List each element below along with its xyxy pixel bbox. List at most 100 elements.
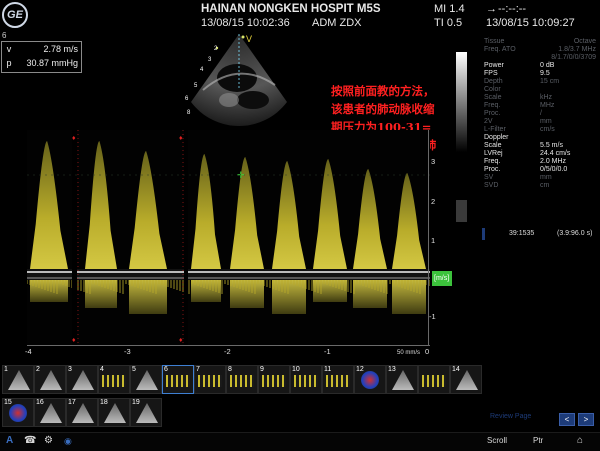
sector-label: 3 bbox=[208, 57, 212, 63]
param-row: Freq. 2.0 MHz bbox=[484, 158, 567, 165]
thumbnail-number: 18 bbox=[100, 399, 108, 406]
settings-icon[interactable]: ⚙ bbox=[44, 435, 53, 446]
thumbnail-number: 4 bbox=[100, 366, 104, 373]
pressure-label: p bbox=[6, 58, 12, 68]
reverse-flow-band bbox=[353, 280, 387, 308]
annotation-line: 按照前面教的方法， bbox=[331, 84, 435, 98]
x-tick-label: -3 bbox=[124, 347, 131, 356]
param-row: 2V mm bbox=[484, 118, 552, 125]
thumbnail-number: 9 bbox=[260, 366, 264, 373]
thumbnail[interactable]: 9 bbox=[258, 365, 290, 394]
param-row: Scale 5.5 m/s bbox=[484, 142, 563, 149]
marker-icon: ♦ bbox=[179, 337, 183, 344]
y-tick-label: 1 bbox=[431, 236, 436, 245]
thumbnail-number: 1 bbox=[4, 366, 8, 373]
exam-datetime: 13/08/15 10:02:36 bbox=[201, 17, 290, 29]
thumbnail[interactable]: 6 bbox=[162, 365, 194, 394]
thumbnail-number: 3 bbox=[68, 366, 72, 373]
param-row: L-Filter cm/s bbox=[484, 126, 555, 133]
thumbnail[interactable]: 2 bbox=[34, 365, 66, 394]
ti-index: TI 0.5 bbox=[434, 17, 463, 29]
thumbnail-number: 14 bbox=[452, 366, 460, 373]
thumbnail[interactable]: 19 bbox=[130, 398, 162, 427]
thumbnail[interactable]: 11 bbox=[322, 365, 354, 394]
probe-orientation-mark: V bbox=[246, 34, 252, 44]
velocity-value: 2.78 m/s bbox=[43, 44, 78, 54]
thumbnail[interactable]: 10 bbox=[290, 365, 322, 394]
sector-echo-image: 2 3 4 5 6 8 V bbox=[185, 34, 287, 127]
page-label: Review Page bbox=[490, 413, 532, 420]
x-tick-label: 0 bbox=[425, 347, 430, 356]
thumbnail[interactable]: 15 bbox=[2, 398, 34, 427]
thumbnail[interactable]: 8 bbox=[226, 365, 258, 394]
settings-panel: Tissue Octave Freq. ATO 1.8/3.7 MHz 8/1.7/… bbox=[484, 38, 596, 190]
sector-label: 5 bbox=[194, 83, 198, 89]
thumbnail[interactable]: 4 bbox=[98, 365, 130, 394]
depth-marker: 6 bbox=[2, 31, 7, 40]
operator-id: ADM ZDX bbox=[312, 17, 362, 29]
network-icon[interactable]: ◉ bbox=[64, 436, 72, 447]
thumbnail-number: 8 bbox=[228, 366, 232, 373]
sector-label: 4 bbox=[200, 67, 204, 73]
mi-index: MI 1.4 bbox=[434, 3, 465, 15]
thumbnail-number: 12 bbox=[356, 366, 364, 373]
x-tick-label: -2 bbox=[224, 347, 231, 356]
phone-icon[interactable]: ☎ bbox=[24, 435, 36, 446]
caliper-cross-icon[interactable]: ✛ bbox=[237, 170, 245, 180]
arrow-icon: → bbox=[486, 3, 497, 15]
next-page-button[interactable]: > bbox=[578, 413, 594, 426]
thumbnail[interactable]: 7 bbox=[194, 365, 226, 394]
sweep-gap bbox=[184, 130, 188, 345]
thumbnail-number: 5 bbox=[132, 366, 136, 373]
sector-label: 6 bbox=[185, 96, 189, 102]
cine-counter: 39:1535 bbox=[509, 230, 535, 237]
measurement-box[interactable]: v 2.78 m/s p 30.87 mmHg bbox=[1, 41, 82, 73]
thumbnail[interactable] bbox=[418, 365, 450, 394]
cine-duration: (3.9:96.0 s) bbox=[557, 230, 593, 237]
thumbnail[interactable]: 18 bbox=[98, 398, 130, 427]
param-heading: Color bbox=[484, 86, 501, 93]
pressure-row: p 30.87 mmHg bbox=[2, 56, 81, 70]
thumbnail-number: 15 bbox=[4, 399, 12, 406]
param-row: Scale kHz bbox=[484, 94, 553, 101]
thumbnail[interactable]: 14 bbox=[450, 365, 482, 394]
param-row: Proc. 0/5/0/0.0 bbox=[484, 166, 568, 173]
prev-page-button[interactable]: < bbox=[559, 413, 575, 426]
annotation-line: 该患者的肺动脉收缩 bbox=[331, 102, 435, 116]
param-row: 8/1.7/0/0/3709 bbox=[551, 54, 596, 61]
cine-bar[interactable] bbox=[482, 228, 485, 240]
sweep-gap bbox=[72, 130, 77, 345]
reverse-flow-band bbox=[392, 280, 426, 314]
hospital-name: HAINAN NONGKEN HOSPIT M5S bbox=[201, 3, 381, 15]
marker-icon: ♦ bbox=[179, 135, 183, 142]
marker-icon: ♦ bbox=[72, 135, 76, 142]
key-a-button[interactable]: A bbox=[6, 435, 13, 446]
reverse-flow-band bbox=[272, 280, 306, 314]
home-icon[interactable]: ⌂ bbox=[577, 435, 583, 446]
current-datetime: 13/08/15 10:09:27 bbox=[486, 17, 575, 29]
time-axis bbox=[27, 345, 430, 346]
bottom-bar bbox=[0, 432, 600, 451]
thumbnail-number: 17 bbox=[68, 399, 76, 406]
velocity-row: v 2.78 m/s bbox=[2, 42, 81, 56]
grayscale-bar bbox=[456, 52, 467, 152]
thumbnail-number: 10 bbox=[292, 366, 300, 373]
param-row: Proc. / bbox=[484, 110, 542, 117]
scroll-button[interactable]: Scroll bbox=[487, 436, 507, 445]
thumbnail-number: 11 bbox=[324, 366, 332, 373]
thumbnail[interactable]: 13 bbox=[386, 365, 418, 394]
reverse-flow-band bbox=[230, 280, 264, 308]
thumbnail[interactable]: 16 bbox=[34, 398, 66, 427]
thumbnail[interactable]: 3 bbox=[66, 365, 98, 394]
thumbnail[interactable]: 17 bbox=[66, 398, 98, 427]
pointer-button[interactable]: Ptr bbox=[533, 436, 543, 445]
y-tick-label: -1 bbox=[429, 312, 436, 321]
thumbnail[interactable]: 5 bbox=[130, 365, 162, 394]
sweep-speed: 50 mm/s bbox=[397, 350, 421, 356]
thumbnail-number: 16 bbox=[36, 399, 44, 406]
thumbnail[interactable]: 1 bbox=[2, 365, 34, 394]
thumbnail-number: 6 bbox=[164, 366, 168, 373]
y-tick-label: 3 bbox=[431, 157, 436, 166]
thumbnail[interactable]: 12 bbox=[354, 365, 386, 394]
doppler-spectrum[interactable]: ✛ ♦ ♦ ♦ ♦ bbox=[27, 130, 430, 345]
